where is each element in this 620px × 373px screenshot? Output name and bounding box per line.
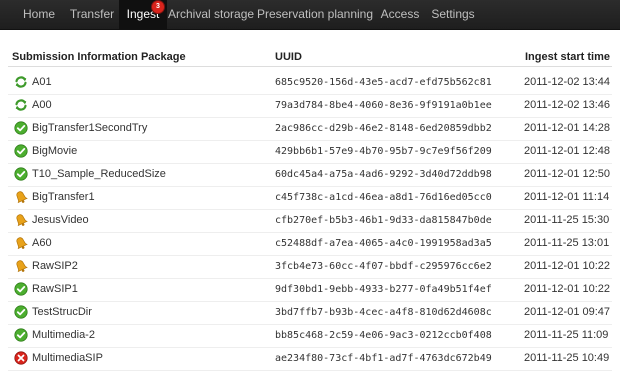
ingest-start-time: 2011-12-01 10:22 xyxy=(524,283,611,295)
sip-name[interactable]: A00 xyxy=(32,94,52,117)
ingest-count-badge: 3 xyxy=(152,1,164,13)
table-row[interactable]: RawSIP2 3fcb4e73-60cc-4f07-bbdf-c295976cc… xyxy=(8,255,612,279)
table-row[interactable]: BigTransfer1 c45f738c-a1cd-46ea-a8d1-76d1… xyxy=(8,186,612,210)
sip-uuid: 2ac986cc-d29b-46e2-8148-6ed20859dbb2 xyxy=(275,123,492,134)
sip-uuid: 60dc45a4-a75a-4ad6-9292-3d40d72ddb98 xyxy=(275,169,492,180)
bell-icon xyxy=(14,259,28,273)
table-row[interactable]: MultimediaSIP ae234f80-73cf-4bf1-ad7f-476… xyxy=(8,347,612,371)
ingest-start-time: 2011-12-01 11:14 xyxy=(524,191,610,203)
bell-icon xyxy=(14,213,28,227)
ingest-start-time: 2011-12-01 10:22 xyxy=(524,260,611,272)
header-divider xyxy=(8,66,612,67)
ingest-start-time: 2011-12-01 09:47 xyxy=(524,306,611,318)
table-row[interactable]: BigTransfer1SecondTry 2ac986cc-d29b-46e2-… xyxy=(8,117,612,141)
sip-uuid: 9df30bd1-9ebb-4933-b277-0fa49b51f4ef xyxy=(275,284,492,295)
check-icon xyxy=(14,121,28,135)
sip-uuid: 3fcb4e73-60cc-4f07-bbdf-c295976cc6e2 xyxy=(275,261,492,272)
table-row[interactable]: RawSIP1 9df30bd1-9ebb-4933-b277-0fa49b51f… xyxy=(8,278,612,302)
table-row[interactable]: A60 c52488df-a7ea-4065-a4c0-1991958ad3a5 2… xyxy=(8,232,612,256)
sip-name[interactable]: T10_Sample_ReducedSize xyxy=(32,163,166,186)
nav-archival-storage[interactable]: Archival storage xyxy=(168,0,254,29)
column-header-ingest-start-time[interactable]: Ingest start time xyxy=(525,51,610,63)
sip-uuid: cfb270ef-b5b3-46b1-9d33-da815847b0de xyxy=(275,215,492,226)
ingest-start-time: 2011-11-25 10:49 xyxy=(524,352,610,364)
nav-access[interactable]: Access xyxy=(374,0,426,29)
processing-icon xyxy=(14,98,28,112)
ingest-start-time: 2011-11-25 15:30 xyxy=(524,214,610,226)
sip-name[interactable]: RawSIP1 xyxy=(32,278,78,301)
error-icon xyxy=(14,351,28,365)
nav-transfer[interactable]: Transfer xyxy=(64,0,120,29)
table-row[interactable]: A00 79a3d784-8be4-4060-8e36-9f9191a0b1ee 2… xyxy=(8,94,612,118)
table-row[interactable]: T10_Sample_ReducedSize 60dc45a4-a75a-4ad6… xyxy=(8,163,612,187)
sip-uuid: ae234f80-73cf-4bf1-ad7f-4763dc672b49 xyxy=(275,353,492,364)
check-icon xyxy=(14,144,28,158)
ingest-start-time: 2011-12-01 12:50 xyxy=(524,168,611,180)
nav-preservation-planning[interactable]: Preservation planning xyxy=(256,0,374,29)
bell-icon xyxy=(14,236,28,250)
sip-name[interactable]: JesusVideo xyxy=(32,209,89,232)
ingest-start-time: 2011-12-02 13:44 xyxy=(524,76,611,88)
sip-uuid: 429bb6b1-57e9-4b70-95b7-9c7e9f56f209 xyxy=(275,146,492,157)
ingest-start-time: 2011-12-01 14:28 xyxy=(524,122,611,134)
column-header-sip[interactable]: Submission Information Package xyxy=(12,51,186,63)
bell-icon xyxy=(14,190,28,204)
sip-uuid: 685c9520-156d-43e5-acd7-efd75b562c81 xyxy=(275,77,492,88)
table-row[interactable]: A01 685c9520-156d-43e5-acd7-efd75b562c81 2… xyxy=(8,71,612,95)
table-row[interactable]: BigMovie 429bb6b1-57e9-4b70-95b7-9c7e9f56… xyxy=(8,140,612,164)
sip-name[interactable]: BigTransfer1SecondTry xyxy=(32,117,147,140)
check-icon xyxy=(14,282,28,296)
table-row[interactable]: Multimedia-2 bb85c468-2c59-4e06-9ac3-0212… xyxy=(8,324,612,348)
nav-settings[interactable]: Settings xyxy=(426,0,480,29)
ingest-start-time: 2011-12-02 13:46 xyxy=(524,99,611,111)
processing-icon xyxy=(14,75,28,89)
check-icon xyxy=(14,328,28,342)
ingest-start-time: 2011-12-01 12:48 xyxy=(524,145,611,157)
sip-uuid: 3bd7ffb7-b93b-4cec-a4f8-810d62d4608c xyxy=(275,307,492,318)
nav-home[interactable]: Home xyxy=(14,0,64,29)
sip-uuid: bb85c468-2c59-4e06-9ac3-0212ccb0f408 xyxy=(275,330,492,341)
check-icon xyxy=(14,305,28,319)
ingest-start-time: 2011-11-25 11:09 xyxy=(524,329,609,341)
nav-ingest[interactable]: Ingest 3 xyxy=(119,0,167,29)
top-navbar: Home Transfer Ingest 3 Archival storage … xyxy=(0,0,620,30)
check-icon xyxy=(14,167,28,181)
sip-name[interactable]: BigMovie xyxy=(32,140,77,163)
column-header-uuid[interactable]: UUID xyxy=(275,51,302,63)
sip-name[interactable]: A01 xyxy=(32,71,52,94)
sip-uuid: c52488df-a7ea-4065-a4c0-1991958ad3a5 xyxy=(275,238,492,249)
sip-name[interactable]: RawSIP2 xyxy=(32,255,78,278)
sip-name[interactable]: A60 xyxy=(32,232,52,255)
sip-name[interactable]: MultimediaSIP xyxy=(32,347,103,370)
table-row[interactable]: JesusVideo cfb270ef-b5b3-46b1-9d33-da8158… xyxy=(8,209,612,233)
table-row[interactable]: TestStrucDir 3bd7ffb7-b93b-4cec-a4f8-810d… xyxy=(8,301,612,325)
ingest-start-time: 2011-11-25 13:01 xyxy=(524,237,610,249)
sip-name[interactable]: TestStrucDir xyxy=(32,301,92,324)
sip-name[interactable]: Multimedia-2 xyxy=(32,324,95,347)
sip-uuid: 79a3d784-8be4-4060-8e36-9f9191a0b1ee xyxy=(275,100,492,111)
sip-name[interactable]: BigTransfer1 xyxy=(32,186,95,209)
sip-uuid: c45f738c-a1cd-46ea-a8d1-76d16ed05cc0 xyxy=(275,192,492,203)
